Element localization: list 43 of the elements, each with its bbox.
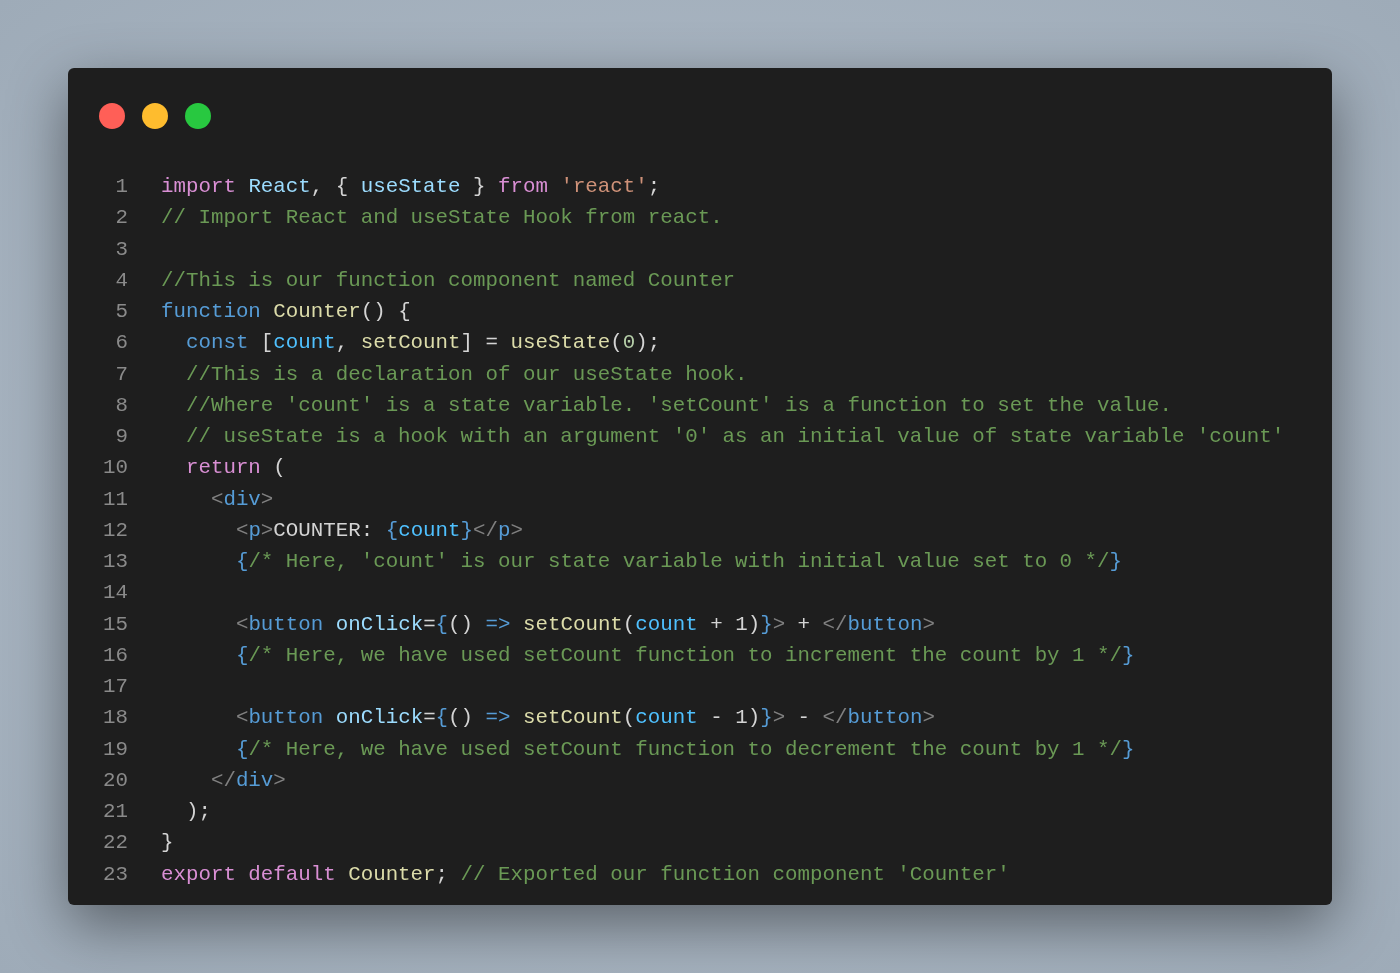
line-number: 21 [102,799,128,825]
line-number: 3 [114,236,128,263]
line-number: 22 [102,830,128,857]
code-line: //This is a declaration of our useState hook. [184,361,748,388]
code-line: import React, { useState } from 'react'; [161,174,661,200]
code-line: //This is our function component named Counter [161,267,736,294]
line-number: 10 [102,455,128,482]
line-number: 17 [102,674,128,700]
code-line: {/* Here, 'count' is our state variable with initial value set to 0 */} [234,549,1122,575]
code-line: function Counter() { [161,299,411,325]
code-line: <button onClick={() => setCount(count + 1)}> + </button> [234,611,935,638]
line-number: 15 [102,611,128,638]
line-number: 2 [114,205,128,232]
line-number: 7 [114,361,128,388]
line-number: 20 [102,767,128,794]
line-number: 9 [114,424,128,450]
code-line: {/* Here, we have used setCount function to decrement the count by 1 */} [234,736,1135,763]
code-line: <button onClick={() => setCount(count - 1)}> - </button> [234,705,935,732]
code-line: export default Counter; // Exported our function component 'Counter' [161,861,1010,888]
line-number: 6 [114,330,128,357]
line-number: 11 [102,486,128,513]
code-line: </div> [209,767,286,794]
line-number: 5 [114,299,128,325]
code-line: ); [184,799,211,825]
line-number: 14 [102,580,128,607]
line-number: 4 [114,267,128,294]
code-line: //Where 'count' is a state variable. 'setCount' is a function to set the value. [184,392,1172,419]
code-line: } [161,830,174,857]
code-line: // Import React and useState Hook from react. [161,205,723,232]
code-line: const [count, setCount] = useState(0); [184,330,661,357]
line-number: 12 [102,517,128,544]
line-number: 1 [114,174,128,200]
line-number: 16 [102,642,128,669]
line-number: 23 [102,861,128,888]
line-number: 8 [114,392,128,419]
line-number: 18 [102,705,128,732]
code-line: <p>COUNTER: {count}</p> [234,517,523,544]
code-line: // useState is a hook with an argument '0' as an initial value of state variable 'count' [184,424,1285,450]
line-number: 19 [102,736,128,763]
code-line: <div> [209,486,274,513]
code-line: return ( [184,455,286,482]
code-line: {/* Here, we have used setCount function to increment the count by 1 */} [234,642,1135,669]
line-number: 13 [102,549,128,575]
